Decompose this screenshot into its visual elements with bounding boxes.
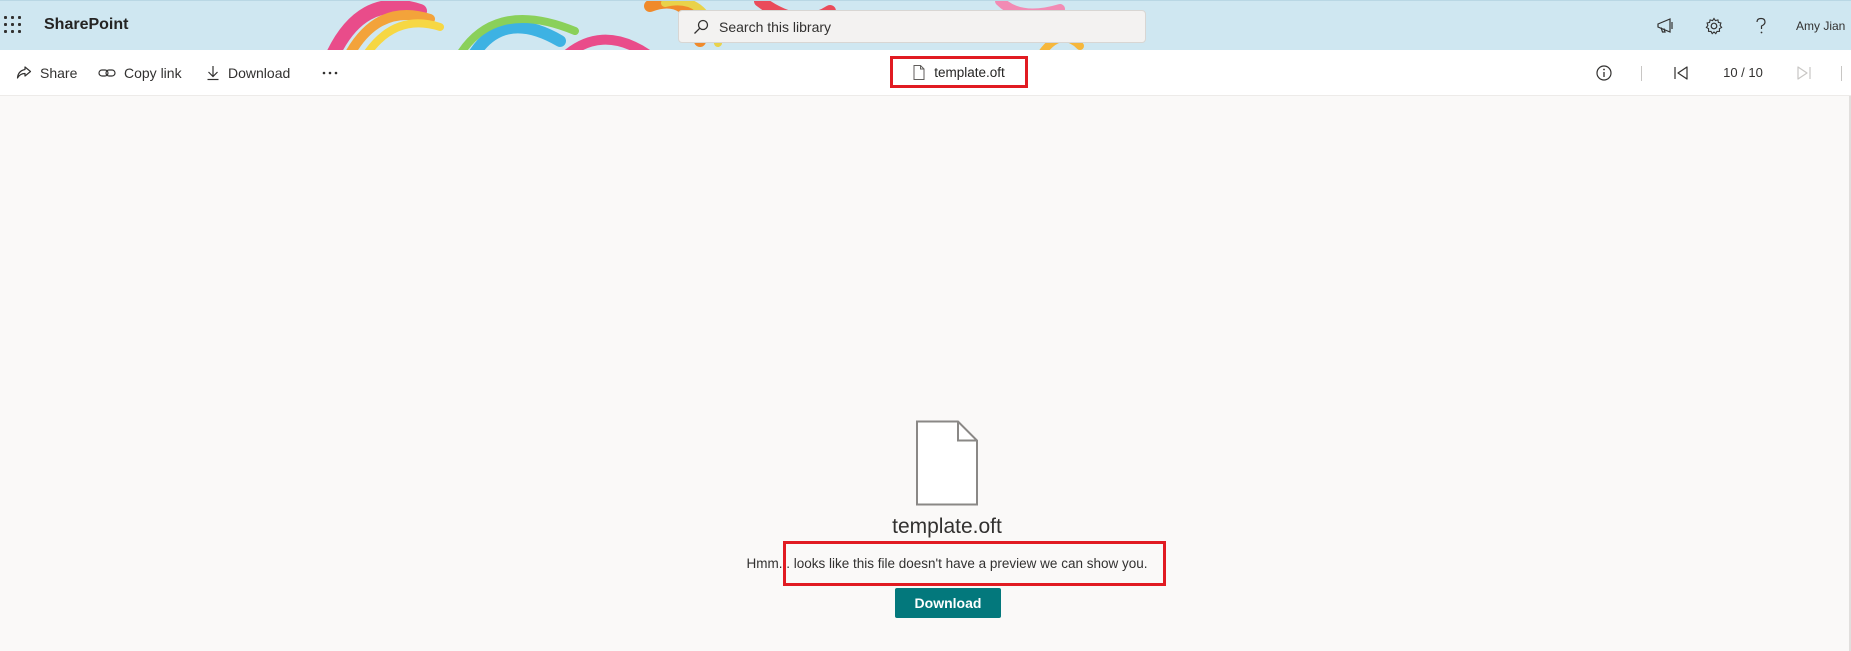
file-title: template.oft [890,56,1028,88]
app-name[interactable]: SharePoint [44,16,128,34]
help-icon[interactable] [1749,14,1773,38]
search-icon [694,19,709,34]
settings-icon[interactable] [1702,14,1726,38]
preview-file-name: template.oft [892,515,1002,538]
last-file-icon[interactable] [1793,62,1815,84]
file-title-text: template.oft [934,64,1005,80]
download-button[interactable]: Download [895,588,1001,618]
no-preview-message: Hmm... looks like this file doesn't have… [746,556,1148,571]
waffle-icon[interactable] [4,16,24,36]
page-counter: 10 / 10 [1723,65,1763,80]
copy-link-button[interactable]: Copy link [98,62,182,84]
link-icon [98,69,116,77]
share-icon [16,66,32,79]
share-label: Share [40,65,78,81]
download-icon [207,66,219,81]
info-icon[interactable] [1593,62,1615,84]
divider [1841,66,1842,81]
copy-link-label: Copy link [124,65,182,81]
more-icon [322,71,338,75]
download-command-button[interactable]: Download [206,62,290,84]
document-icon [913,64,925,80]
more-options-button[interactable] [318,62,342,84]
generic-file-icon [916,420,978,506]
suite-header: SharePoint Search this library Amy Jian [0,0,1851,50]
first-file-icon[interactable] [1670,62,1692,84]
search-placeholder: Search this library [719,18,832,35]
search-input[interactable]: Search this library [678,10,1146,43]
share-button[interactable]: Share [16,62,77,84]
megaphone-icon[interactable] [1654,14,1678,38]
download-command-label: Download [228,65,291,81]
user-name[interactable]: Amy Jian [1796,19,1845,33]
divider [1641,66,1642,81]
